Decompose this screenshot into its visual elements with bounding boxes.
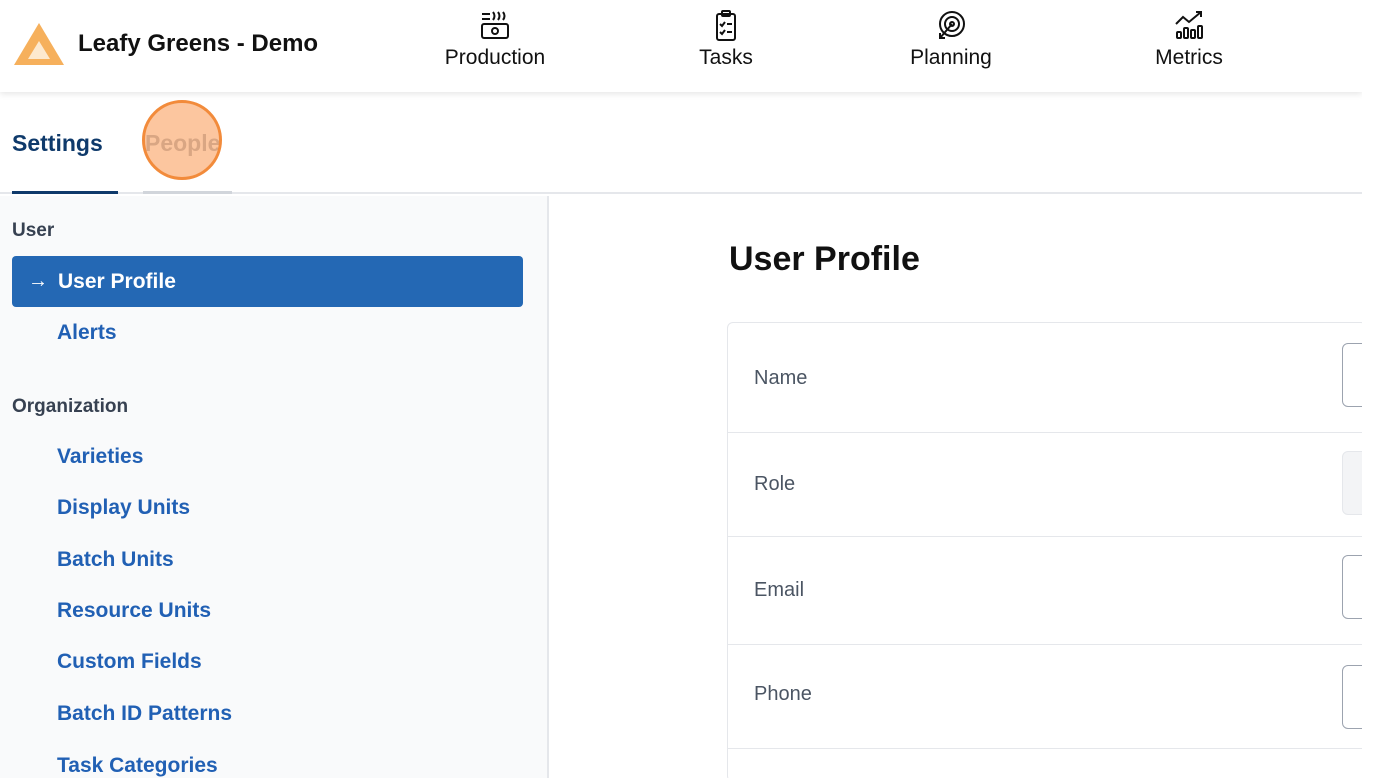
- nav-tasks[interactable]: Tasks: [686, 8, 766, 80]
- clipboard-icon: [716, 10, 736, 41]
- nav-planning[interactable]: Planning: [895, 8, 1007, 80]
- field-label-email: Email: [754, 579, 805, 601]
- field-row-role: Role: [728, 433, 1366, 537]
- sidebar-item-display-units[interactable]: Display Units: [57, 496, 190, 520]
- profile-card: Name Role Email Phone: [727, 322, 1367, 778]
- app-name: Leafy Greens - Demo: [78, 30, 319, 57]
- sidebar-item-batch-id-patterns[interactable]: Batch ID Patterns: [57, 702, 232, 726]
- tab-settings[interactable]: Settings: [12, 130, 103, 157]
- nav-tasks-label: Tasks: [699, 46, 753, 69]
- tab-settings-underline: [12, 191, 118, 194]
- sidebar-item-resource-units[interactable]: Resource Units: [57, 599, 211, 623]
- top-nav-bar: Leafy Greens - Demo Production Tasks Pla…: [0, 0, 1362, 92]
- field-row-email: Email: [728, 537, 1366, 645]
- page-title: User Profile: [729, 240, 920, 278]
- target-icon: [939, 11, 965, 39]
- section-user: User: [12, 220, 55, 241]
- sidebar-item-varieties[interactable]: Varieties: [57, 445, 143, 469]
- tab-people[interactable]: People: [145, 130, 220, 157]
- section-organization: Organization: [12, 396, 129, 417]
- arrow-right-icon: →: [28, 270, 48, 292]
- chart-icon: [1175, 11, 1203, 39]
- nav-metrics[interactable]: Metrics: [1140, 8, 1238, 80]
- field-row-name: Name: [728, 323, 1366, 433]
- field-label-name: Name: [754, 367, 808, 389]
- nav-planning-label: Planning: [910, 46, 992, 69]
- sidebar-item-alerts[interactable]: Alerts: [57, 321, 117, 345]
- sidebar-item-task-categories[interactable]: Task Categories: [57, 754, 218, 778]
- field-row-phone: Phone: [728, 645, 1366, 749]
- field-label-phone: Phone: [754, 683, 812, 705]
- settings-tabs: Settings People: [0, 92, 1362, 194]
- page-edge: [1362, 0, 1376, 778]
- nav-production[interactable]: Production: [430, 8, 560, 80]
- field-label-role: Role: [754, 473, 796, 495]
- main-content: User Profile Name Role Email Phone: [551, 196, 1367, 778]
- sidebar-item-custom-fields[interactable]: Custom Fields: [57, 650, 202, 674]
- tab-people-underline: [143, 191, 232, 194]
- brand[interactable]: Leafy Greens - Demo: [12, 20, 318, 68]
- sidebar-item-user-profile[interactable]: → User Profile: [12, 256, 523, 307]
- triangle-logo-icon: [14, 23, 64, 65]
- production-icon: [481, 11, 509, 39]
- sidebar-item-batch-units[interactable]: Batch Units: [57, 548, 174, 572]
- nav-production-label: Production: [444, 46, 546, 69]
- nav-metrics-label: Metrics: [1155, 46, 1223, 69]
- settings-sidebar: User → User Profile Alerts Organization …: [0, 196, 549, 778]
- sidebar-item-label: User Profile: [58, 269, 176, 293]
